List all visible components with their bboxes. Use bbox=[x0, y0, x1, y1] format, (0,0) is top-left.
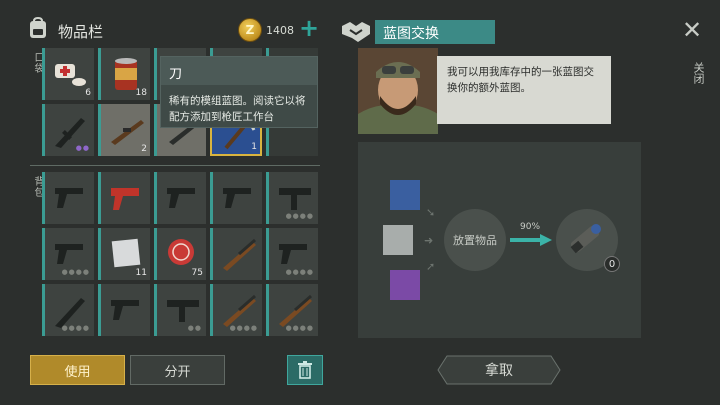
close-button[interactable]: ✕ bbox=[682, 18, 702, 42]
pistol-icon bbox=[55, 244, 83, 264]
slot-assault-rifle[interactable]: ●●●● bbox=[42, 284, 94, 336]
blueprint-purple-icon bbox=[390, 270, 420, 300]
can-icon bbox=[115, 58, 137, 90]
trader-speech: 我可以用我库存中的一张蓝图交换你的额外蓝图。 bbox=[437, 56, 611, 124]
trader-portrait bbox=[358, 48, 438, 134]
arrow-icon: ➚ bbox=[426, 260, 436, 273]
coin-icon: Z bbox=[238, 18, 262, 42]
pistol-icon bbox=[111, 300, 139, 320]
slot-blueprint-rifle[interactable]: 2 bbox=[98, 104, 150, 156]
slot-qty: 6 bbox=[85, 88, 91, 98]
slot-pistol[interactable] bbox=[98, 284, 150, 336]
result-qty: 0 bbox=[604, 256, 620, 272]
inventory-title: 物品栏 bbox=[58, 23, 104, 41]
blueprint-trade-title: 蓝图交换 bbox=[375, 20, 495, 44]
rarity-dots: ●● bbox=[187, 324, 202, 332]
slot-pistol[interactable]: ●●●● bbox=[266, 228, 318, 280]
pistol-icon bbox=[279, 244, 307, 264]
slot-pistol[interactable]: ●●●● bbox=[42, 228, 94, 280]
add-coins-button[interactable]: + bbox=[299, 16, 319, 40]
pistol-icon bbox=[223, 188, 251, 208]
teal-arrow-icon bbox=[510, 234, 552, 246]
rarity-dots: ●●●● bbox=[285, 212, 314, 220]
slot-shotgun[interactable]: ●●●● bbox=[210, 284, 262, 336]
flare-gun-icon bbox=[111, 188, 139, 210]
pills-icon bbox=[55, 64, 86, 86]
take-button[interactable]: 拿取 bbox=[437, 355, 561, 385]
rarity-dots: ●●●● bbox=[285, 324, 314, 332]
success-chance: 90% bbox=[520, 222, 541, 232]
slot-flare-gun[interactable] bbox=[98, 172, 150, 224]
slot-pistol[interactable] bbox=[154, 172, 206, 224]
coin-count: 1408 bbox=[266, 24, 294, 37]
close-label[interactable]: 关闭 bbox=[690, 62, 706, 84]
tooltip-description: 稀有的模组蓝图。阅读它以将配方添加到枪匠工作台 bbox=[169, 95, 306, 123]
trash-button[interactable] bbox=[287, 355, 323, 385]
slot-qty: 2 bbox=[141, 144, 147, 154]
tooltip-header bbox=[161, 57, 317, 85]
section-divider bbox=[30, 165, 320, 166]
tooltip-title: 刀 bbox=[169, 67, 183, 82]
slot-can[interactable]: 18 bbox=[98, 48, 150, 100]
pistol-icon bbox=[167, 188, 195, 208]
slot-uzi[interactable]: ●●●● bbox=[266, 172, 318, 224]
slot-bandage[interactable]: 6 bbox=[42, 48, 94, 100]
item-tooltip: 刀 稀有的模组蓝图。阅读它以将配方添加到枪匠工作台 bbox=[160, 56, 318, 128]
place-item-slot[interactable]: 放置物品 bbox=[444, 209, 506, 271]
slot-pistol[interactable] bbox=[210, 172, 262, 224]
rarity-dots: ●●●● bbox=[229, 324, 258, 332]
arrow-icon: ➜ bbox=[424, 234, 434, 247]
handshake-icon bbox=[342, 22, 370, 42]
rarity-dots: ●● bbox=[75, 144, 90, 152]
bottle-cap-icon bbox=[168, 239, 194, 265]
slot-metal-sheet[interactable]: 11 bbox=[98, 228, 150, 280]
slot-qty: 1 bbox=[251, 142, 257, 152]
slot-assault-rifle[interactable]: ●● bbox=[42, 104, 94, 156]
slot-qty: 11 bbox=[135, 268, 147, 278]
slot-shotgun[interactable] bbox=[210, 228, 262, 280]
rarity-dots: ●●●● bbox=[61, 268, 90, 276]
metal-sheet-icon bbox=[111, 238, 141, 268]
arrow-icon: ➘ bbox=[426, 206, 436, 219]
slot-qty: 75 bbox=[191, 268, 203, 278]
split-button[interactable]: 分开 bbox=[130, 355, 225, 385]
slot-qty: 18 bbox=[135, 88, 147, 98]
slot-uzi[interactable]: ●● bbox=[154, 284, 206, 336]
slot-bottle-cap[interactable]: 75 bbox=[154, 228, 206, 280]
rarity-dots: ●●●● bbox=[285, 268, 314, 276]
trash-icon bbox=[298, 361, 312, 379]
use-button[interactable]: 使用 bbox=[30, 355, 125, 385]
backpack-grid: ●●●● ●●●● 11 75 ●●●● ●●●● ●● ●●●● ●●●● bbox=[42, 172, 318, 336]
slot-pistol[interactable] bbox=[42, 172, 94, 224]
blueprint-gray-icon bbox=[383, 225, 413, 255]
slot-shotgun[interactable]: ●●●● bbox=[266, 284, 318, 336]
uzi-icon bbox=[279, 188, 311, 210]
blueprint-blue-icon bbox=[390, 180, 420, 210]
rarity-dots: ●●●● bbox=[61, 324, 90, 332]
shotgun-icon bbox=[223, 238, 256, 271]
backpack-icon bbox=[30, 16, 46, 38]
pistol-icon bbox=[55, 188, 83, 208]
uzi-icon bbox=[167, 300, 199, 322]
